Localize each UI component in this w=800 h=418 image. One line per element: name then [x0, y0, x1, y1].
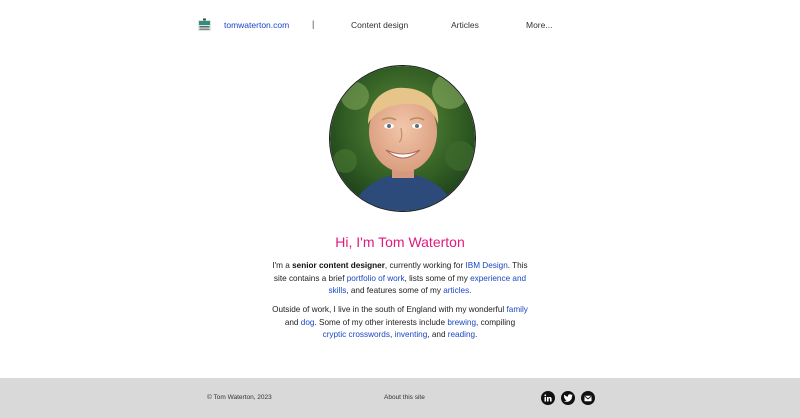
- copyright-text: © Tom Waterton, 2023: [207, 394, 272, 401]
- about-site-link[interactable]: About this site: [384, 394, 425, 401]
- linkedin-icon[interactable]: [541, 391, 555, 405]
- bio-paragraph-personal: Outside of work, I live in the south of …: [272, 305, 528, 340]
- profile-photo: [329, 65, 476, 212]
- role-highlight: senior content designer: [292, 261, 385, 270]
- site-footer: © Tom Waterton, 2023 About this site: [0, 378, 800, 418]
- site-logo-icon[interactable]: [197, 18, 212, 33]
- ibm-design-link[interactable]: IBM Design: [465, 261, 507, 270]
- nav-item-more[interactable]: More...: [526, 20, 552, 30]
- nav-divider: |: [312, 19, 315, 29]
- cryptic-crosswords-link[interactable]: cryptic crosswords: [323, 330, 390, 339]
- nav-item-articles[interactable]: Articles: [451, 20, 479, 30]
- articles-link[interactable]: articles: [443, 286, 469, 295]
- twitter-icon[interactable]: [561, 391, 575, 405]
- family-link[interactable]: family: [506, 305, 527, 314]
- reading-link[interactable]: reading: [448, 330, 475, 339]
- dog-link[interactable]: dog: [301, 318, 315, 327]
- inventing-link[interactable]: inventing: [395, 330, 428, 339]
- site-home-link[interactable]: tomwaterton.com: [224, 20, 289, 30]
- nav-item-content-design[interactable]: Content design: [351, 20, 408, 30]
- portfolio-link[interactable]: portfolio of work: [347, 274, 405, 283]
- email-icon[interactable]: [581, 391, 595, 405]
- page-title: Hi, I'm Tom Waterton: [335, 234, 465, 250]
- bio-paragraph-work: I'm a senior content designer, currently…: [272, 261, 528, 296]
- top-navigation: tomwaterton.com | Content design Article…: [0, 0, 800, 52]
- brewing-link[interactable]: brewing: [447, 318, 476, 327]
